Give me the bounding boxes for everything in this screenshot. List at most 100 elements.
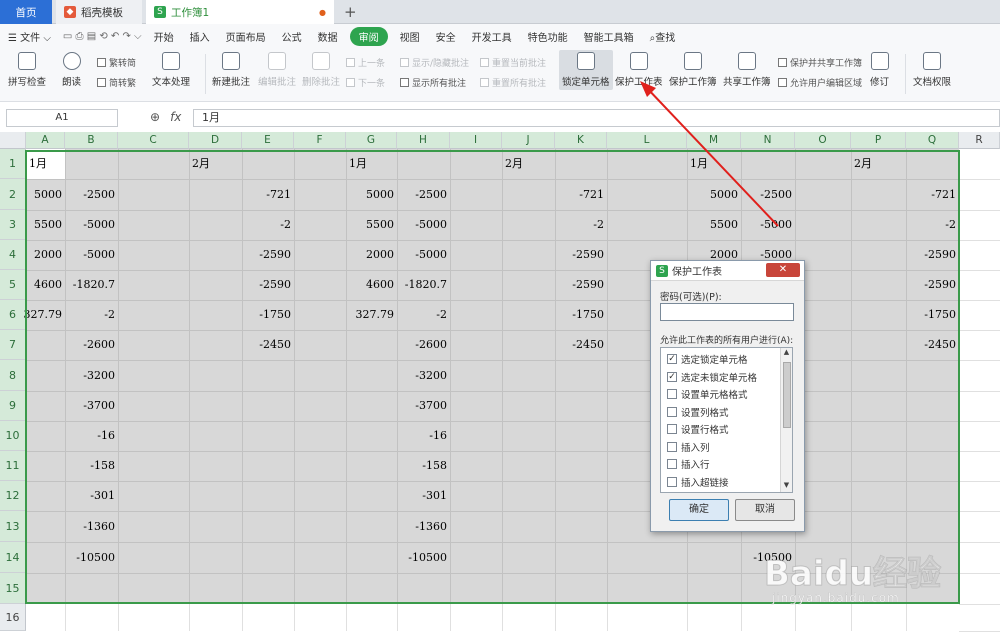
permission-item[interactable]: ✓ 选定锁定单元格 — [667, 352, 748, 366]
permission-item[interactable]: 设置列格式 — [667, 405, 729, 419]
cell-b8[interactable]: -3200 — [80, 360, 118, 391]
cell-m2[interactable]: 5000 — [707, 179, 741, 210]
column-header-f[interactable]: F — [294, 132, 346, 149]
cell-a1[interactable]: 1月 — [26, 149, 50, 179]
cell-q7[interactable]: -2450 — [921, 330, 959, 360]
cell-k2[interactable]: -721 — [576, 179, 607, 210]
column-header-c[interactable]: C — [118, 132, 189, 149]
permission-item[interactable]: 插入超链接 — [667, 475, 729, 489]
cell-b3[interactable]: -5000 — [80, 210, 118, 240]
column-header-k[interactable]: K — [555, 132, 607, 149]
reset-all-button[interactable]: 重置所有批注 — [480, 76, 546, 89]
cell-b5[interactable]: -1820.7 — [70, 270, 118, 300]
cell-q6[interactable]: -1750 — [921, 300, 959, 330]
password-input[interactable] — [660, 303, 794, 321]
cell-b10[interactable]: -16 — [94, 421, 118, 451]
fx-label[interactable]: fx — [170, 110, 181, 124]
unselected-row-16[interactable] — [26, 604, 959, 631]
checkbox-icon[interactable] — [667, 476, 677, 487]
checkbox-checked-icon[interactable]: ✓ — [667, 371, 677, 382]
lock-cells-button[interactable]: 锁定单元格 — [559, 50, 613, 90]
cell-k6[interactable]: -1750 — [569, 300, 607, 330]
menu-security[interactable]: 安全 — [428, 29, 464, 44]
read-aloud-button[interactable]: 朗读 — [62, 52, 81, 88]
column-header-m[interactable]: M — [687, 132, 741, 149]
menu-view[interactable]: 视图 — [392, 29, 428, 44]
cell-a6[interactable]: 327.79 — [21, 300, 66, 330]
show-hide-comment-button[interactable]: 显示/隐藏批注 — [400, 56, 469, 69]
scroll-thumb[interactable] — [783, 362, 791, 428]
select-all-corner[interactable] — [0, 132, 26, 149]
cell-q4[interactable]: -2590 — [921, 240, 959, 270]
name-box[interactable]: A1 — [6, 109, 118, 127]
cell-k4[interactable]: -2590 — [569, 240, 607, 270]
menu-data[interactable]: 数据 — [310, 29, 346, 44]
row-header-3[interactable]: 3 — [0, 210, 26, 240]
column-header-h[interactable]: H — [397, 132, 450, 149]
selected-range[interactable]: 1月 2月 1月 2月 1月 2月 5000 -2500 -721 5000 -2500 -721 50… — [24, 149, 959, 604]
text-process-button[interactable]: 文本处理 — [152, 52, 190, 88]
row-header-5[interactable]: 5 — [0, 270, 26, 300]
column-header-g[interactable]: G — [346, 132, 397, 149]
cell-h7[interactable]: -2600 — [412, 330, 450, 360]
column-header-j[interactable]: J — [502, 132, 555, 149]
row-header-1[interactable]: 1 — [0, 149, 26, 179]
cell-n14[interactable]: -10500 — [750, 542, 795, 573]
column-header-p[interactable]: P — [851, 132, 906, 149]
cell-h10[interactable]: -16 — [426, 421, 450, 451]
cell-e7[interactable]: -2450 — [256, 330, 294, 360]
cell-h5[interactable]: -1820.7 — [402, 270, 450, 300]
column-header-q[interactable]: Q — [906, 132, 959, 149]
permission-item[interactable]: ✓ 选定未锁定单元格 — [667, 370, 757, 384]
cell-k7[interactable]: -2450 — [569, 330, 607, 360]
cell-q3[interactable]: -2 — [942, 210, 959, 240]
row-header-7[interactable]: 7 — [0, 330, 26, 360]
protect-sheet-button[interactable]: 保护工作表 — [615, 52, 663, 88]
cell-b4[interactable]: -5000 — [80, 240, 118, 270]
prev-comment-button[interactable]: 上一条 — [346, 56, 385, 69]
cell-n2[interactable]: -2500 — [757, 179, 795, 210]
menu-formula[interactable]: 公式 — [274, 29, 310, 44]
cell-e3[interactable]: -2 — [277, 210, 294, 240]
column-header-e[interactable]: E — [242, 132, 294, 149]
cell-a5[interactable]: 4600 — [31, 270, 65, 300]
column-header-n[interactable]: N — [741, 132, 795, 149]
cell-h6[interactable]: -2 — [433, 300, 450, 330]
row-header-11[interactable]: 11 — [0, 451, 26, 481]
column-header-o[interactable]: O — [795, 132, 851, 149]
column-header-d[interactable]: D — [189, 132, 242, 149]
scroll-up-icon[interactable]: ▲ — [781, 348, 792, 359]
cell-q2[interactable]: -721 — [928, 179, 959, 210]
doc-rights-button[interactable]: 文档权限 — [913, 52, 951, 88]
cell-e6[interactable]: -1750 — [256, 300, 294, 330]
cell-m1[interactable]: 1月 — [687, 149, 711, 179]
cell-h14[interactable]: -10500 — [405, 542, 450, 573]
cell-b7[interactable]: -2600 — [80, 330, 118, 360]
cell-b6[interactable]: -2 — [101, 300, 118, 330]
checkbox-icon[interactable] — [667, 424, 677, 434]
row-header-12[interactable]: 12 — [0, 481, 26, 511]
column-header-i[interactable]: I — [450, 132, 502, 149]
zoom-icon[interactable]: ⊕ — [150, 110, 160, 124]
tab-workbook[interactable]: S 工作簿1 ● — [146, 0, 334, 24]
cell-g1[interactable]: 1月 — [346, 149, 370, 179]
permission-item[interactable]: 插入列 — [667, 440, 710, 454]
scroll-down-icon[interactable]: ▼ — [781, 481, 792, 492]
cell-a2[interactable]: 5000 — [31, 179, 65, 210]
allow-edit-ranges-button[interactable]: 允许用户编辑区域 — [778, 76, 862, 89]
cell-g3[interactable]: 5500 — [363, 210, 397, 240]
permission-item[interactable]: 设置行格式 — [667, 422, 729, 436]
cell-e2[interactable]: -721 — [263, 179, 294, 210]
protect-shared-button[interactable]: 保护并共享工作簿 — [778, 56, 862, 69]
checkbox-checked-icon[interactable]: ✓ — [667, 354, 677, 364]
cell-b12[interactable]: -301 — [87, 481, 118, 511]
cell-e5[interactable]: -2590 — [256, 270, 294, 300]
cell-g6[interactable]: 327.79 — [353, 300, 398, 330]
unselected-column-r[interactable] — [959, 149, 1000, 632]
cell-m3[interactable]: 5500 — [707, 210, 741, 240]
next-comment-button[interactable]: 下一条 — [346, 76, 385, 89]
cell-h8[interactable]: -3200 — [412, 360, 450, 391]
column-header-r[interactable]: R — [959, 132, 1000, 149]
menu-file[interactable]: ☰ 文件 ⌵ — [0, 29, 59, 44]
column-header-l[interactable]: L — [607, 132, 687, 149]
